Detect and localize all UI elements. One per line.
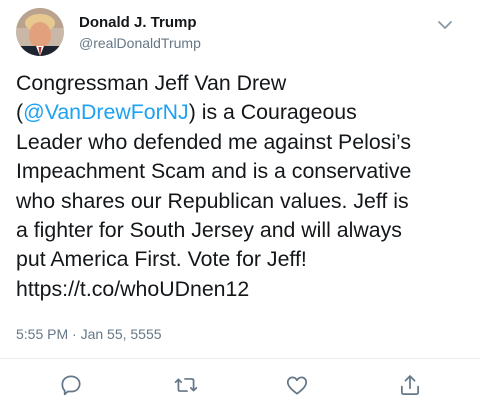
tweet-line: Impeachment Scam and is a conservative (16, 159, 412, 184)
tweet-line: who shares our Republican values. Jeff i… (16, 188, 409, 213)
tweet-line: a fighter for South Jersey and will alwa… (16, 218, 402, 243)
display-name[interactable]: Donald J. Trump (79, 14, 197, 31)
tweet-line: Congressman Jeff Van Drew (16, 71, 287, 95)
tweet-text-fragment: ) is a Courageous (188, 100, 357, 125)
user-handle[interactable]: @realDonaldTrump (79, 35, 201, 51)
tweet-actions (0, 368, 480, 402)
tweet-text: Congressman Jeff Van Drew (@VanDrewForNJ… (16, 69, 474, 304)
mention-link[interactable]: @VanDrewForNJ (23, 100, 189, 124)
tweet-line: put America First. Vote for Jeff! (16, 247, 307, 272)
tweet-url[interactable]: https://t.co/whoUDnen12 (16, 275, 474, 304)
tweet-line: Leader who defended me against Pelosi’s (16, 129, 412, 154)
reply-icon[interactable] (58, 372, 84, 398)
share-icon[interactable] (397, 372, 423, 398)
tweet-card: Donald J. Trump @realDonaldTrump Congres… (0, 0, 480, 410)
tweet-timestamp[interactable]: 5:55 PM · Jan 55, 5555 (16, 326, 162, 342)
chevron-down-icon[interactable] (434, 14, 456, 36)
avatar[interactable] (16, 8, 64, 56)
heart-icon[interactable] (284, 372, 310, 398)
tweet-line: (@VanDrewForNJ) is a Courageous (16, 98, 474, 127)
divider (0, 358, 480, 359)
avatar-photo-icon (16, 8, 64, 56)
retweet-icon[interactable] (173, 372, 199, 398)
